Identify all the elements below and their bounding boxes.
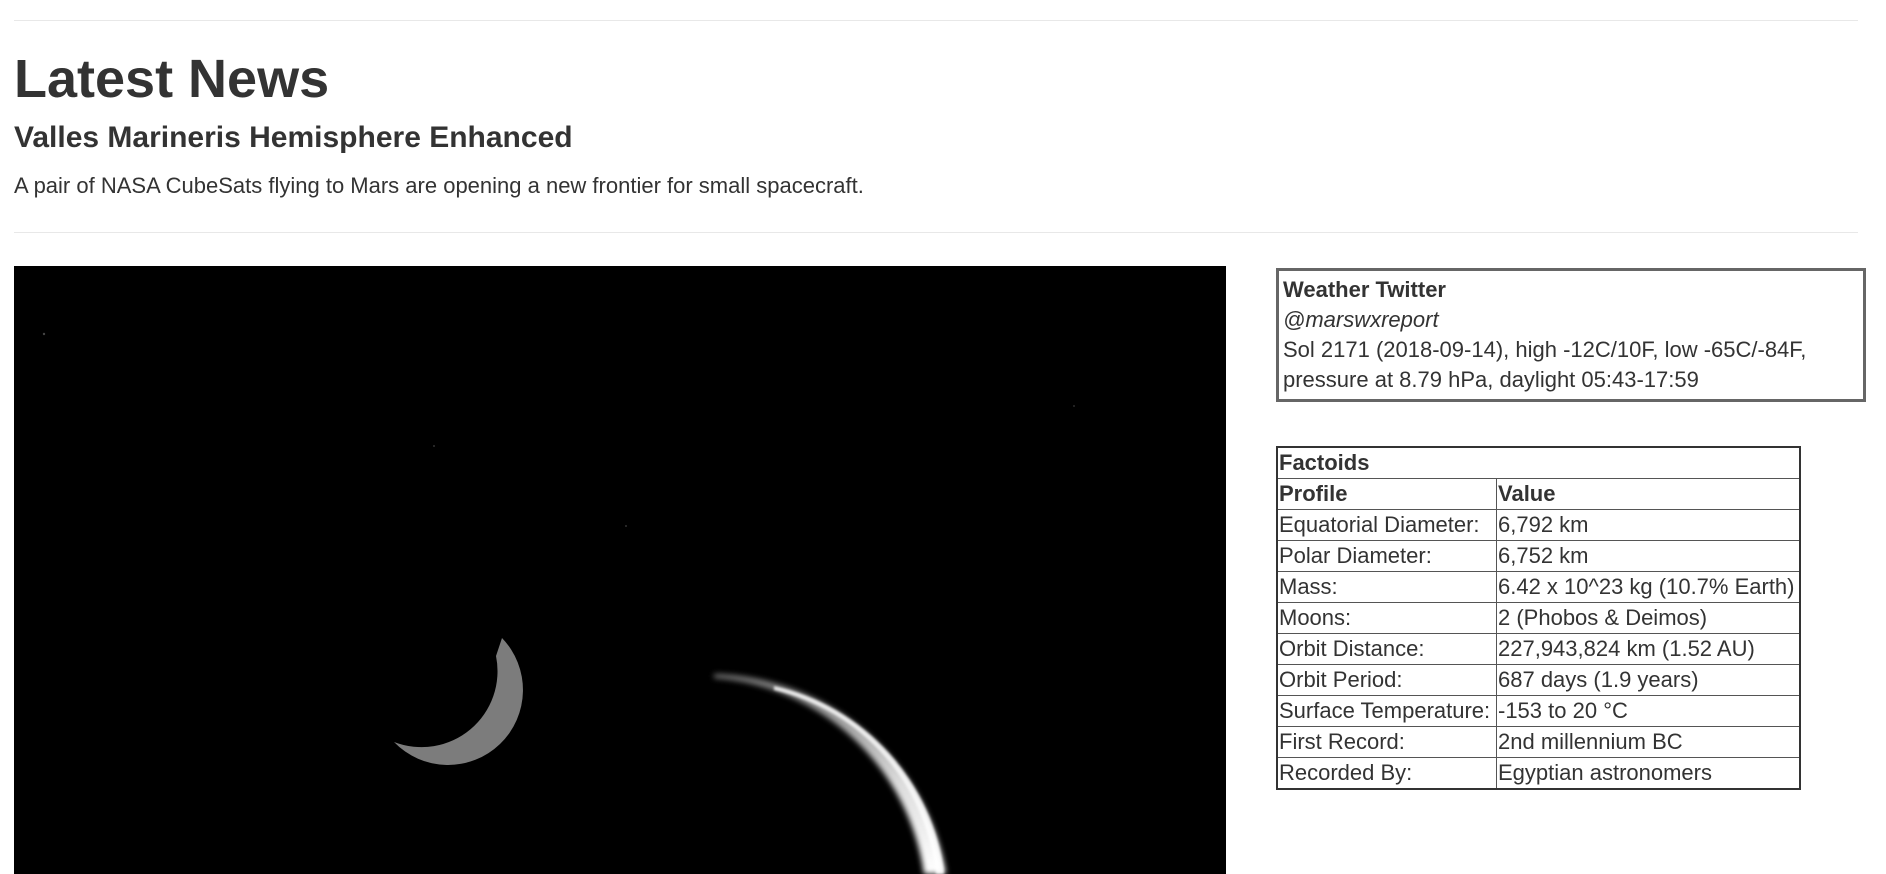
section-divider	[14, 232, 1858, 233]
fact-label: Polar Diameter:	[1276, 540, 1497, 572]
table-row: Equatorial Diameter: 6,792 km	[1276, 509, 1801, 541]
facts-header-value: Value	[1496, 478, 1801, 510]
fact-value: 6,792 km	[1496, 509, 1801, 541]
fact-label: Surface Temperature:	[1276, 695, 1497, 727]
fact-value: 6.42 x 10^23 kg (10.7% Earth)	[1496, 571, 1801, 603]
fact-label: Orbit Period:	[1276, 664, 1497, 696]
weather-twitter-panel: Weather Twitter @marswxreport Sol 2171 (…	[1276, 268, 1866, 402]
table-row: Orbit Period: 687 days (1.9 years)	[1276, 664, 1801, 696]
crescent-moons-image	[14, 266, 1226, 874]
table-row: Polar Diameter: 6,752 km	[1276, 540, 1801, 572]
featured-space-image[interactable]	[14, 266, 1226, 874]
section-heading: Latest News	[14, 49, 330, 109]
facts-header-row: Profile Value	[1276, 478, 1801, 510]
fact-label: Recorded By:	[1276, 757, 1497, 790]
fact-value: -153 to 20 °C	[1496, 695, 1801, 727]
fact-label: Moons:	[1276, 602, 1497, 634]
news-teaser: A pair of NASA CubeSats flying to Mars a…	[14, 173, 864, 198]
fact-label: Equatorial Diameter:	[1276, 509, 1497, 541]
weather-report-text: Sol 2171 (2018-09-14), high -12C/10F, lo…	[1283, 337, 1807, 392]
fact-value: 2 (Phobos & Deimos)	[1496, 602, 1801, 634]
table-row: Surface Temperature: -153 to 20 °C	[1276, 695, 1801, 727]
fact-label: Mass:	[1276, 571, 1497, 603]
fact-value: 687 days (1.9 years)	[1496, 664, 1801, 696]
table-row: Mass: 6.42 x 10^23 kg (10.7% Earth)	[1276, 571, 1801, 603]
table-row: Moons: 2 (Phobos & Deimos)	[1276, 602, 1801, 634]
fact-value: Egyptian astronomers	[1496, 757, 1801, 790]
news-title[interactable]: Valles Marineris Hemisphere Enhanced	[14, 120, 573, 156]
table-row: Recorded By: Egyptian astronomers	[1276, 757, 1801, 790]
table-row: First Record: 2nd millennium BC	[1276, 726, 1801, 758]
page: Latest News Valles Marineris Hemisphere …	[0, 0, 1886, 874]
weather-panel-title: Weather Twitter	[1283, 277, 1446, 302]
fact-label: First Record:	[1276, 726, 1497, 758]
fact-label: Orbit Distance:	[1276, 633, 1497, 665]
facts-header-profile: Profile	[1276, 478, 1497, 510]
facts-caption-row: Factoids	[1276, 446, 1801, 479]
fact-value: 2nd millennium BC	[1496, 726, 1801, 758]
table-row: Orbit Distance: 227,943,824 km (1.52 AU)	[1276, 633, 1801, 665]
fact-value: 227,943,824 km (1.52 AU)	[1496, 633, 1801, 665]
mars-facts-table: Factoids Profile Value Equatorial Diamet…	[1276, 446, 1801, 790]
facts-table-caption: Factoids	[1276, 446, 1801, 479]
fact-value: 6,752 km	[1496, 540, 1801, 572]
top-divider	[14, 20, 1858, 21]
weather-twitter-handle[interactable]: @marswxreport	[1283, 305, 1859, 335]
